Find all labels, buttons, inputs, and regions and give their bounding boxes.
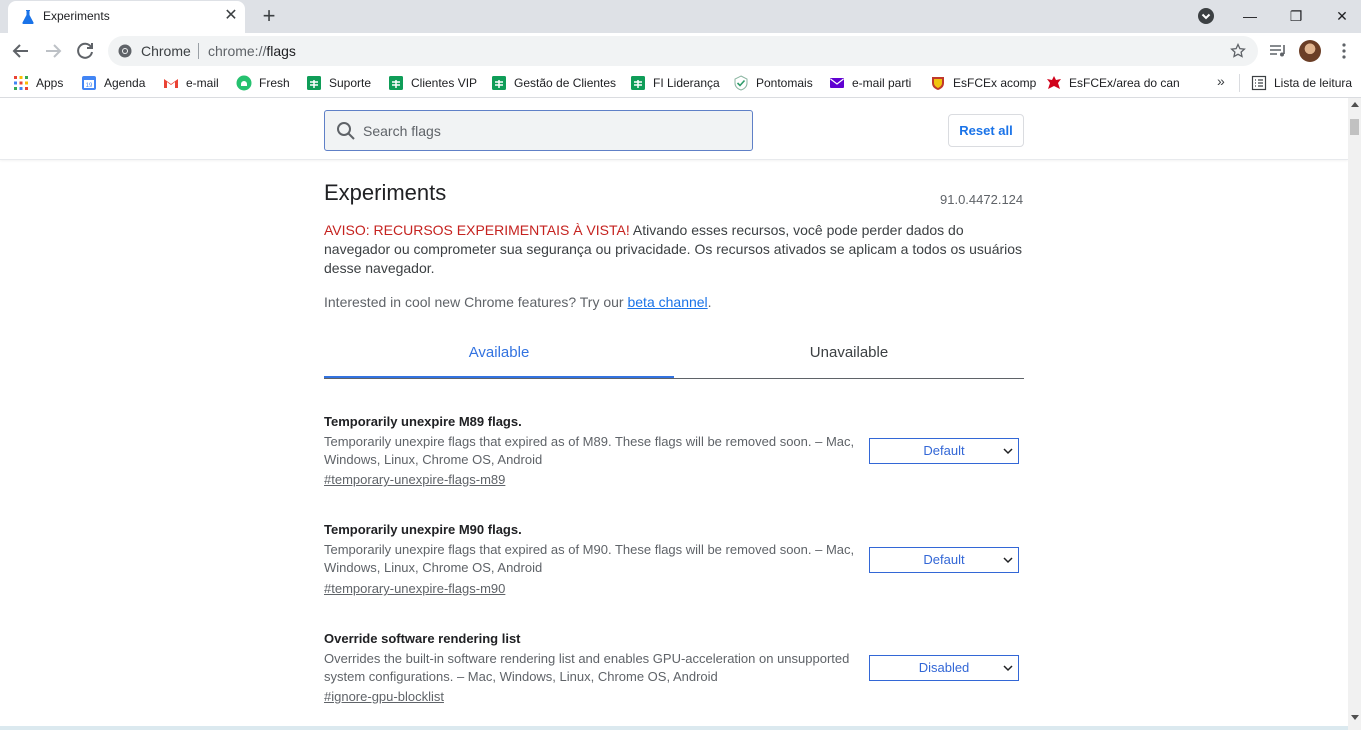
bookmark-label: e-mail parti [852,76,912,90]
url-path: flags [266,43,296,59]
warning-strong-text: AVISO: RECURSOS EXPERIMENTAIS À VISTA! [324,222,630,238]
toolbar: Chrome chrome://flags [0,33,1361,69]
chevron-down-icon [1003,665,1013,672]
reset-all-button[interactable]: Reset all [948,114,1024,147]
red-emblem-icon [1047,76,1061,89]
experiment-permalink[interactable]: #temporary-unexpire-flags-m90 [324,581,505,596]
experiment-select[interactable]: Default [869,547,1019,573]
beta-channel-link[interactable]: beta channel [627,294,707,310]
tab-search-icon[interactable] [1197,7,1215,25]
site-name: Chrome [141,43,191,59]
flags-tabs: Available Unavailable [324,334,1024,379]
flags-page: Reset all Experiments 91.0.4472.124 AVIS… [0,98,1348,730]
experiment-select[interactable]: Disabled [869,655,1019,681]
experiment-item: Temporarily unexpire M89 flags. Temporar… [324,414,1024,494]
apps-grid-icon [14,76,28,90]
omnibox-divider [198,43,199,59]
experiment-select[interactable]: Default [869,438,1019,464]
bookmark-star-icon[interactable] [1230,43,1246,59]
bookmarks-divider [1239,74,1240,92]
bookmark-label: EsFCEx acomp [953,76,1037,90]
reading-list-icon [1251,75,1267,91]
chrome-logo-icon [118,44,132,58]
calendar-icon: 19 [82,76,96,90]
chevron-down-icon [1003,557,1013,564]
search-icon [337,122,355,140]
version-number: 91.0.4472.124 [940,192,1024,207]
freshdesk-icon [236,75,252,91]
url-scheme: chrome:// [208,43,267,59]
bookmark-label: Fresh [259,76,290,90]
bookmark-label: e-mail [186,76,219,90]
minimize-button[interactable]: — [1227,4,1273,28]
taskbar-edge [0,726,1348,730]
forward-icon[interactable] [40,38,66,64]
bookmark-label: FI Liderança [653,76,720,90]
scroll-up-arrow-icon[interactable] [1351,102,1359,107]
mail-purple-icon [830,78,844,88]
tab-close-icon[interactable]: ✕ [222,7,240,25]
experiment-name: Override software rendering list [324,631,521,646]
bookmarks-bar: Apps 19 Agenda e-mail Fresh Suporte Clie… [0,69,1361,98]
bookmark-label: Suporte [329,76,372,90]
restore-button[interactable]: ❐ [1273,4,1319,28]
sheets-icon [631,76,645,90]
bookmark-label: EsFCEx/area do can [1069,76,1180,90]
scroll-down-arrow-icon[interactable] [1351,715,1359,720]
sheets-icon [389,76,403,90]
sheets-icon [492,76,506,90]
svg-text:19: 19 [86,83,93,89]
page-scrollbar[interactable] [1348,98,1361,730]
search-flags-box[interactable] [324,110,753,151]
tab-available[interactable]: Available [324,334,674,378]
experiment-permalink[interactable]: #temporary-unexpire-flags-m89 [324,472,505,487]
more-bookmarks-chevron-icon[interactable]: » [1217,73,1225,89]
experiment-permalink[interactable]: #ignore-gpu-blocklist [324,689,444,704]
experiment-name: Temporarily unexpire M90 flags. [324,522,522,537]
experiment-description: Temporarily unexpire flags that expired … [324,434,855,467]
bookmark-label: Gestão de Clientes [514,76,617,90]
url-text: chrome://flags [208,43,296,59]
experiment-select-value: Disabled [918,660,970,675]
address-bar[interactable]: Chrome chrome://flags [108,36,1258,66]
flags-header: Reset all [0,98,1348,160]
flask-icon [22,10,34,24]
experiment-description: Temporarily unexpire flags that expired … [324,542,855,575]
bookmark-label: Agenda [104,76,146,90]
crest-icon [932,77,944,90]
reload-icon[interactable] [72,38,98,64]
profile-avatar[interactable] [1299,40,1321,62]
chevron-down-icon [1003,448,1013,455]
tab-title: Experiments [43,9,110,23]
gmail-icon [164,79,178,88]
beta-promo: Interested in cool new Chrome features? … [324,294,712,310]
tab-experiments[interactable]: Experiments ✕ [8,1,245,33]
new-tab-button[interactable]: + [257,4,281,28]
back-icon[interactable] [8,38,34,64]
scrollbar-thumb[interactable] [1350,119,1359,135]
experiment-select-value: Default [923,552,965,567]
close-window-button[interactable]: ✕ [1319,4,1361,28]
reading-list-label: Lista de leitura [1274,76,1353,90]
warning-message: AVISO: RECURSOS EXPERIMENTAIS À VISTA! A… [324,221,1024,278]
check-shield-icon [734,75,748,91]
tab-strip: Experiments ✕ + — ❐ ✕ [0,0,1361,33]
promo-text: Interested in cool new Chrome features? … [324,294,628,310]
bookmark-label: Pontomais [756,76,813,90]
experiment-select-value: Default [923,443,965,458]
experiment-item: Temporarily unexpire M90 flags. Temporar… [324,522,1024,602]
experiment-name: Temporarily unexpire M89 flags. [324,414,522,429]
search-flags-input[interactable] [361,120,745,142]
experiment-description: Overrides the built-in software renderin… [324,651,850,684]
tab-unavailable[interactable]: Unavailable [674,334,1024,376]
bookmark-label: Apps [36,76,64,90]
promo-end: . [707,294,712,310]
experiment-item: Override software rendering list Overrid… [324,631,1024,711]
bookmark-label: Clientes VIP [411,76,478,90]
page-title: Experiments [324,180,447,205]
kebab-menu-icon[interactable] [1334,41,1354,61]
sheets-icon [307,76,321,90]
media-controls-icon[interactable] [1268,42,1288,60]
